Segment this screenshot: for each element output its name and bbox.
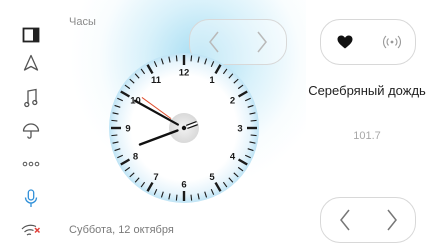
clock-tick [190,55,193,62]
wifi-off-icon[interactable] [12,218,50,244]
sidebar [0,0,63,251]
clock-numeral: 6 [181,180,186,191]
clock-numeral: 1 [209,75,215,86]
umbrella-icon[interactable] [12,118,50,144]
radio-controls [320,19,416,65]
clock-tick [190,194,193,201]
clock-widget: Часы 12 1 2 3 4 5 6 7 8 9 10 11 Суббота, 12 октяб [62,0,306,251]
station-name: Серебряный дождь [308,83,426,98]
clock-numeral: 2 [230,96,235,107]
station-frequency: 101.7 [353,130,381,142]
music-icon[interactable] [12,85,50,111]
clock-numeral: 12 [179,68,190,79]
clock-numeral: 7 [153,172,158,183]
microphone-icon[interactable] [12,186,50,212]
clock-numeral: 4 [230,152,236,163]
station-nav-pill [320,197,416,243]
analog-clock: 121234567891011 [109,53,259,203]
clock-numeral: 11 [151,75,162,86]
chevron-right-icon [386,209,397,231]
clock-center-pin [181,125,187,131]
prev-station-button[interactable] [321,198,368,242]
heart-icon [337,35,352,49]
clock-tick [250,134,257,137]
clock-numeral: 9 [125,124,130,135]
clock-tick [111,119,118,122]
next-station-button[interactable] [368,198,415,242]
favorite-button[interactable] [321,20,368,64]
chevron-left-icon [339,209,350,231]
clock-numeral: 5 [209,172,215,183]
broadcast-button[interactable] [368,20,415,64]
clock-numeral: 3 [237,124,242,135]
clock-tick [111,134,118,137]
navigation-icon[interactable] [12,50,50,76]
radio-panel: Серебряный дождь 101.7 [306,0,428,251]
window-icon[interactable] [12,22,50,48]
broadcast-icon [382,35,401,49]
more-icon[interactable] [12,151,50,177]
date-label: Суббота, 12 октября [69,224,174,236]
clock-tick [250,119,257,122]
clock-tick [175,55,178,62]
clock-tick [175,194,178,201]
clock-numeral: 8 [133,152,138,163]
